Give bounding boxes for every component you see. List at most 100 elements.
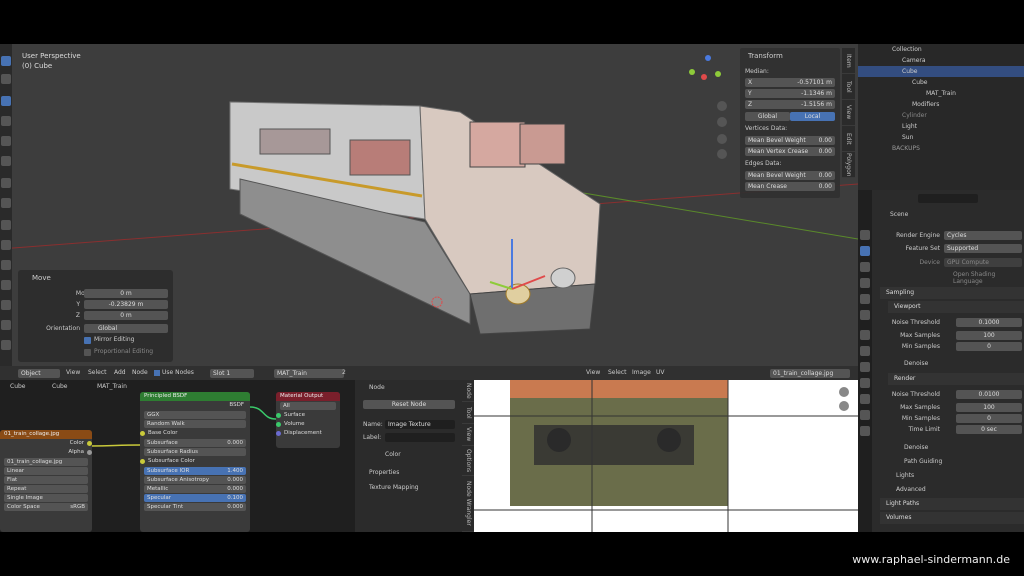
outliner-modifiers[interactable]: Modifiers bbox=[858, 99, 1024, 110]
source-select[interactable]: Single Image bbox=[4, 494, 88, 502]
outliner-cylinder[interactable]: Cylinder bbox=[858, 110, 1024, 121]
tab-tool[interactable]: Tool bbox=[842, 74, 855, 100]
polybuild-tool-icon[interactable] bbox=[1, 320, 11, 330]
max-samples-r-field[interactable]: 100 bbox=[956, 403, 1022, 412]
spin-tool-icon[interactable] bbox=[1, 340, 11, 350]
measure-tool-icon[interactable] bbox=[1, 198, 11, 208]
device-select[interactable]: GPU Compute bbox=[944, 258, 1022, 267]
loopcut-tool-icon[interactable] bbox=[1, 280, 11, 290]
outliner-cube-mesh[interactable]: Cube bbox=[858, 77, 1024, 88]
lights-label[interactable]: Lights bbox=[896, 472, 914, 479]
move-x-field[interactable]: 0 m bbox=[84, 289, 168, 298]
inset-tool-icon[interactable] bbox=[1, 240, 11, 250]
min-samples-r-field[interactable]: 0 bbox=[956, 414, 1022, 423]
median-x-field[interactable]: X -0.57101 m bbox=[745, 78, 835, 87]
data-tab-icon[interactable] bbox=[860, 410, 870, 420]
outliner-backups[interactable]: BACKUPS bbox=[858, 143, 1024, 154]
ie-image-menu[interactable]: Image bbox=[632, 366, 651, 380]
tab-node-wrangler[interactable]: Node Wrangler bbox=[462, 476, 474, 532]
knife-tool-icon[interactable] bbox=[1, 300, 11, 310]
denoise-vp-label[interactable]: Denoise bbox=[904, 360, 928, 367]
particles-tab-icon[interactable] bbox=[860, 362, 870, 372]
constraints-tab-icon[interactable] bbox=[860, 394, 870, 404]
outliner-mat-train[interactable]: MAT_Train bbox=[858, 88, 1024, 99]
orientation-select[interactable]: Global bbox=[84, 324, 168, 333]
mean-vertex-crease[interactable]: Mean Vertex Crease 0.00 bbox=[745, 147, 835, 156]
view-layer-tab-icon[interactable] bbox=[860, 278, 870, 288]
object-tab-icon[interactable] bbox=[860, 330, 870, 340]
output-target-select[interactable]: All bbox=[280, 402, 336, 410]
projection-select[interactable]: Flat bbox=[4, 476, 88, 484]
move-y-field[interactable]: -0.23829 m bbox=[84, 300, 168, 309]
mean-bevel-weight-e[interactable]: Mean Bevel Weight 0.00 bbox=[745, 171, 835, 180]
image-editor[interactable]: View Select Image UV 01_train_collage.jp… bbox=[474, 366, 858, 532]
mean-bevel-weight-v[interactable]: Mean Bevel Weight 0.00 bbox=[745, 136, 835, 145]
ie-uv-menu[interactable]: UV bbox=[656, 366, 665, 380]
noise-threshold-r-field[interactable]: 0.0100 bbox=[956, 390, 1022, 399]
outliner-collection[interactable]: Collection bbox=[858, 44, 1024, 55]
outliner-cube[interactable]: Cube bbox=[858, 66, 1024, 77]
light-paths-section[interactable]: Light Paths bbox=[880, 498, 1024, 510]
node-name-input[interactable]: Image Texture bbox=[385, 420, 455, 429]
mean-crease[interactable]: Mean Crease 0.00 bbox=[745, 182, 835, 191]
subsurface-radius-field[interactable]: Subsurface Radius bbox=[144, 448, 246, 456]
interpolation-select[interactable]: Linear bbox=[4, 467, 88, 475]
proportional-editing-checkbox[interactable] bbox=[84, 349, 91, 356]
volumes-section[interactable]: Volumes bbox=[880, 512, 1024, 524]
reset-node-button[interactable]: Reset Node bbox=[363, 400, 455, 409]
tab-view[interactable]: View bbox=[842, 100, 855, 126]
select-tool-icon[interactable] bbox=[1, 56, 11, 66]
tab-polygon[interactable]: Polygon bbox=[842, 152, 855, 178]
scale-tool-icon[interactable] bbox=[1, 136, 11, 146]
min-samples-vp-field[interactable]: 0 bbox=[956, 342, 1022, 351]
median-z-field[interactable]: Z -1.5156 m bbox=[745, 100, 835, 109]
outliner-light[interactable]: Light bbox=[858, 121, 1024, 132]
tab-edit[interactable]: Edit bbox=[842, 126, 855, 152]
scene-tab-icon[interactable] bbox=[860, 294, 870, 304]
tab-node-tool[interactable]: Tool bbox=[462, 402, 474, 424]
render-subsection[interactable]: Render bbox=[888, 373, 1024, 385]
annotate-tool-icon[interactable] bbox=[1, 178, 11, 188]
physics-tab-icon[interactable] bbox=[860, 378, 870, 388]
tab-node-view[interactable]: View bbox=[462, 424, 474, 446]
tab-node[interactable]: Node bbox=[462, 380, 474, 402]
image-texture-node[interactable]: 01_train_collage.jpg Color Alpha 01_trai… bbox=[0, 430, 92, 532]
output-tab-icon[interactable] bbox=[860, 262, 870, 272]
path-guiding-label[interactable]: Path Guiding bbox=[904, 458, 942, 465]
image-file-field[interactable]: 01_train_collage.jpg bbox=[4, 458, 88, 466]
distribution-select[interactable]: GGX bbox=[144, 411, 246, 419]
rotate-tool-icon[interactable] bbox=[1, 116, 11, 126]
move-tool-icon[interactable] bbox=[1, 96, 11, 106]
mirror-editing-checkbox[interactable] bbox=[84, 337, 91, 344]
extrude-tool-icon[interactable] bbox=[1, 220, 11, 230]
render-engine-select[interactable]: Cycles bbox=[944, 231, 1022, 240]
move-z-field[interactable]: 0 m bbox=[84, 311, 168, 320]
tab-options[interactable]: Options bbox=[462, 446, 474, 476]
ie-select-menu[interactable]: Select bbox=[608, 366, 627, 380]
global-button[interactable]: Global bbox=[745, 112, 790, 121]
shader-editor[interactable]: Object View Select Add Node Use Nodes Sl… bbox=[0, 366, 474, 532]
extension-select[interactable]: Repeat bbox=[4, 485, 88, 493]
noise-threshold-vp-field[interactable]: 0.1000 bbox=[956, 318, 1022, 327]
cursor-tool-icon[interactable] bbox=[1, 74, 11, 84]
max-samples-vp-field[interactable]: 100 bbox=[956, 331, 1022, 340]
denoise-r-label[interactable]: Denoise bbox=[904, 444, 928, 451]
sampling-section[interactable]: Sampling bbox=[880, 287, 1024, 299]
tab-item[interactable]: Item bbox=[842, 48, 855, 74]
feature-set-select[interactable]: Supported bbox=[944, 244, 1022, 253]
advanced-label[interactable]: Advanced bbox=[896, 486, 926, 493]
world-tab-icon[interactable] bbox=[860, 310, 870, 320]
principled-bsdf-node[interactable]: Principled BSDF BSDF GGX Random Walk Bas… bbox=[140, 392, 250, 532]
median-y-field[interactable]: Y -1.1346 m bbox=[745, 89, 835, 98]
transform-tool-icon[interactable] bbox=[1, 156, 11, 166]
viewport-subsection[interactable]: Viewport bbox=[888, 301, 1024, 313]
bevel-tool-icon[interactable] bbox=[1, 260, 11, 270]
outliner-camera[interactable]: Camera bbox=[858, 55, 1024, 66]
time-limit-field[interactable]: 0 sec bbox=[956, 425, 1022, 434]
material-output-node[interactable]: Material Output All Surface Volume Displ… bbox=[276, 392, 340, 448]
properties-section[interactable]: Properties bbox=[369, 469, 399, 476]
local-button[interactable]: Local bbox=[790, 112, 835, 121]
outliner-sun[interactable]: Sun bbox=[858, 132, 1024, 143]
3d-viewport[interactable]: User Perspective (0) Cube Transform Medi… bbox=[0, 44, 858, 366]
properties-search[interactable] bbox=[918, 194, 978, 203]
